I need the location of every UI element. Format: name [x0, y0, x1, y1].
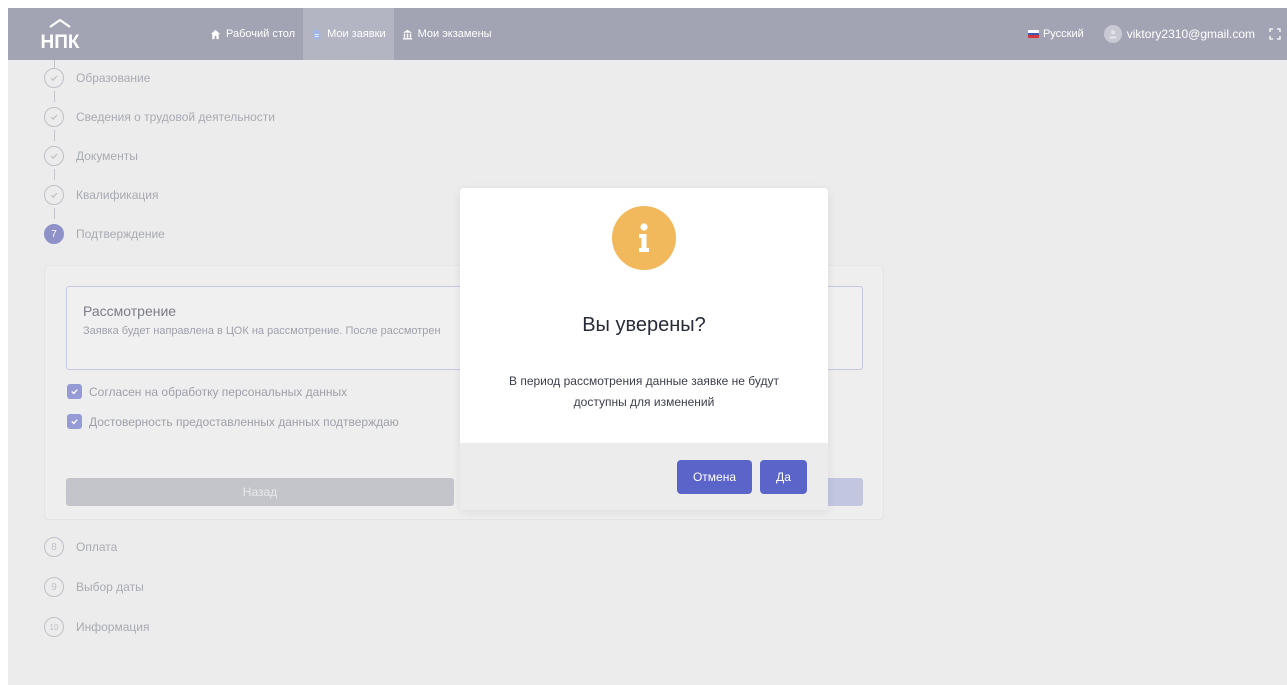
step-label: Документы — [76, 149, 138, 163]
step-connector — [54, 208, 55, 219]
page-frame: НПК Рабочий стол Мои заявки Мои экзамены… — [8, 8, 1287, 685]
info-icon — [612, 206, 676, 270]
check-icon — [44, 68, 64, 88]
nav-right: Русский viktory2310@gmail.com — [1027, 8, 1287, 60]
step-confirmation[interactable]: 7 Подтверждение — [44, 224, 165, 244]
language-label: Русский — [1042, 28, 1084, 40]
step-label: Сведения о трудовой деятельности — [76, 110, 275, 124]
logo-text: НПК — [41, 32, 80, 52]
step-qualification[interactable]: Квалификация — [44, 185, 158, 205]
check-icon — [44, 107, 64, 127]
user-email: viktory2310@gmail.com — [1126, 27, 1255, 41]
step-connector — [54, 91, 55, 102]
checkbox-checked-icon — [67, 384, 82, 399]
nav-item-label: Рабочий стол — [226, 28, 296, 40]
step-connector — [54, 169, 55, 180]
nav-item-my-applications[interactable]: Мои заявки — [303, 8, 394, 60]
avatar — [1103, 25, 1122, 43]
checkbox-checked-icon — [67, 414, 82, 429]
step-work-experience[interactable]: Сведения о трудовой деятельности — [44, 107, 275, 127]
step-payment[interactable]: 8 Оплата — [44, 537, 117, 557]
step-label: Образование — [76, 71, 151, 85]
accuracy-checkbox[interactable]: Достоверность предоставленных данных под… — [67, 414, 399, 429]
back-button[interactable]: Назад — [66, 478, 454, 506]
step-label: Информация — [76, 620, 150, 634]
step-connector — [54, 60, 55, 68]
confirm-button[interactable]: Да — [760, 460, 807, 494]
bank-icon — [402, 29, 412, 40]
step-education[interactable]: Образование — [44, 68, 150, 88]
step-number: 10 — [44, 617, 64, 637]
submit-button[interactable] — [825, 478, 863, 506]
checkbox-label: Достоверность предоставленных данных под… — [89, 414, 399, 429]
step-date-selection[interactable]: 9 Выбор даты — [44, 577, 144, 597]
fullscreen-icon[interactable] — [1269, 28, 1281, 40]
logo[interactable]: НПК — [30, 18, 90, 52]
step-number: 7 — [44, 224, 64, 244]
checkbox-label: Согласен на обработку персональных данны… — [89, 384, 348, 399]
step-label: Квалификация — [76, 188, 159, 202]
user-menu[interactable]: viktory2310@gmail.com — [1103, 25, 1255, 43]
nav-item-dashboard[interactable]: Рабочий стол — [202, 8, 303, 60]
user-icon — [1108, 30, 1117, 39]
modal-message: В период рассмотрения данные заявке не б… — [509, 374, 779, 409]
step-label: Подтверждение — [76, 227, 165, 241]
step-number: 9 — [44, 577, 64, 597]
document-icon — [313, 29, 321, 39]
nav-item-label: Мои экзамены — [417, 28, 492, 40]
home-icon — [210, 29, 221, 39]
cancel-button[interactable]: Отмена — [677, 460, 752, 494]
step-connector — [54, 130, 55, 141]
confirm-modal: Вы уверены? В период рассмотрения данные… — [460, 188, 828, 510]
step-label: Выбор даты — [76, 580, 144, 594]
nav-item-label: Мои заявки — [327, 28, 386, 40]
russian-flag-icon — [1027, 30, 1039, 38]
check-icon — [44, 146, 64, 166]
nav-item-my-exams[interactable]: Мои экзамены — [394, 8, 500, 60]
check-icon — [44, 185, 64, 205]
step-number: 8 — [44, 537, 64, 557]
step-label: Оплата — [76, 540, 118, 554]
modal-title: Вы уверены? — [582, 314, 706, 336]
main-nav: Рабочий стол Мои заявки Мои экзамены — [202, 8, 500, 60]
language-selector[interactable]: Русский — [1027, 28, 1084, 40]
consent-checkbox[interactable]: Согласен на обработку персональных данны… — [67, 384, 347, 399]
step-documents[interactable]: Документы — [44, 146, 138, 166]
top-navbar: НПК Рабочий стол Мои заявки Мои экзамены… — [8, 8, 1287, 60]
step-information[interactable]: 10 Информация — [44, 617, 149, 637]
